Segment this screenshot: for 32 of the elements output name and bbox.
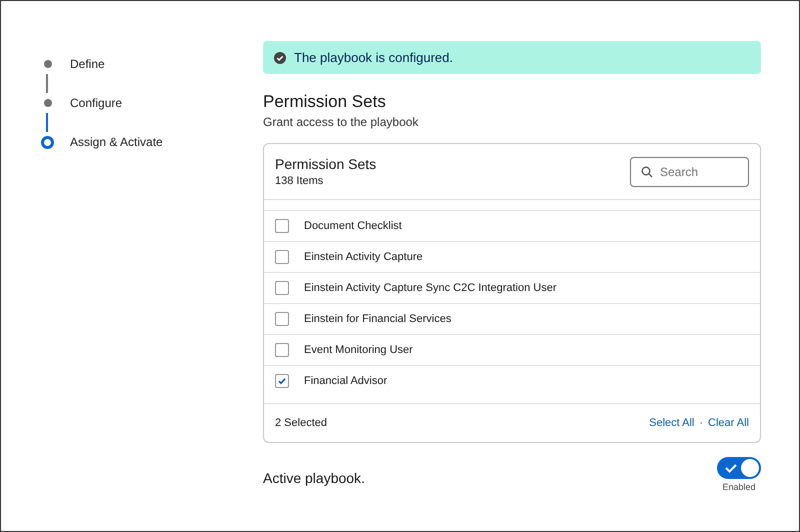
- permission-set-label: Document Checklist: [304, 220, 402, 232]
- permission-set-label: Financial Advisor: [304, 375, 388, 387]
- card-title: Permission Sets: [275, 156, 376, 172]
- item-count: 138 Items: [275, 175, 324, 187]
- checkbox[interactable]: [275, 219, 289, 233]
- toggle-status: Enabled: [722, 482, 756, 492]
- selected-count: 2 Selected: [275, 417, 327, 429]
- check-icon: [277, 376, 287, 386]
- toggle-switch[interactable]: [717, 457, 761, 479]
- permission-set-label: Event Monitoring User: [304, 344, 413, 356]
- section-subtitle: Grant access to the playbook: [263, 115, 420, 129]
- step-label: Define: [70, 57, 105, 71]
- permission-set-label: Einstein Activity Capture Sync C2C Integration User: [304, 282, 557, 294]
- active-playbook-label: Active playbook.: [263, 470, 365, 488]
- search-field[interactable]: Search: [630, 157, 749, 187]
- permission-set-label: Einstein Activity Capture: [304, 251, 423, 263]
- section-title: Permission Sets: [263, 92, 387, 112]
- step-label: Configure: [70, 96, 122, 110]
- checkbox[interactable]: [275, 343, 289, 357]
- step-label: Assign & Activate: [70, 135, 163, 149]
- checkbox[interactable]: [275, 312, 289, 326]
- check-circle-icon: [274, 52, 286, 64]
- search-icon: [641, 166, 653, 178]
- clear-all-link[interactable]: Clear All: [708, 417, 749, 429]
- banner-text: The playbook is configured.: [294, 50, 453, 65]
- permission-set-label: Einstein for Financial Services: [304, 313, 452, 325]
- check-icon: [724, 462, 738, 474]
- checkbox[interactable]: [275, 281, 289, 295]
- separator: ·: [699, 417, 704, 429]
- select-all-link[interactable]: Select All: [649, 417, 694, 429]
- checkbox[interactable]: [275, 250, 289, 264]
- checkbox[interactable]: [275, 374, 289, 388]
